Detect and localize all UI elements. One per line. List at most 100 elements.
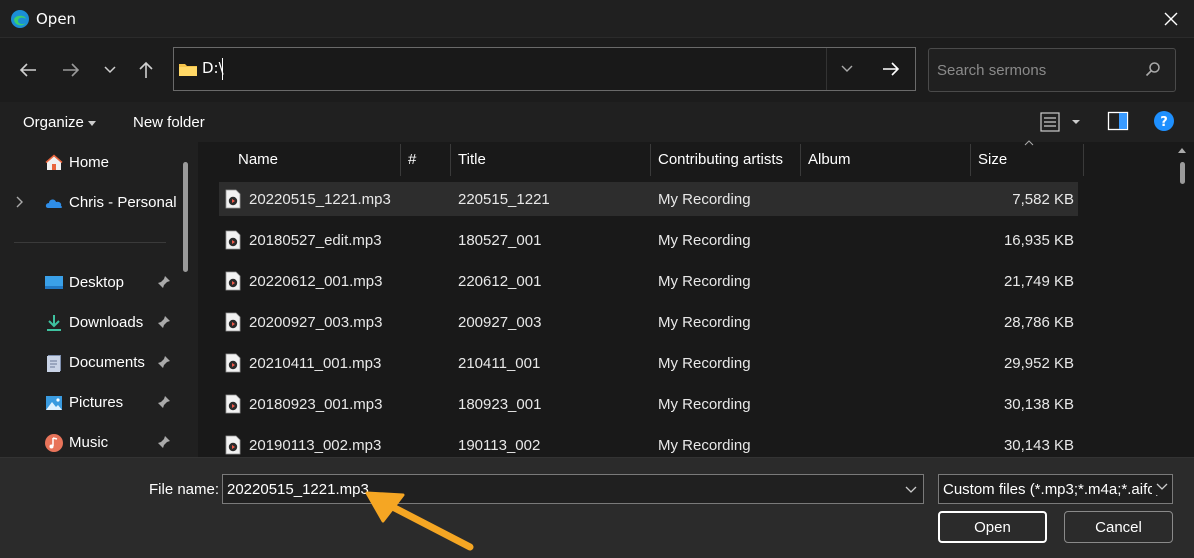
pin-icon[interactable] bbox=[157, 275, 171, 289]
file-type-filter-value: Custom files (*.mp3;*.m4a;*.aifc; bbox=[943, 481, 1159, 498]
column-header-label: Album bbox=[808, 151, 851, 168]
audio-file-icon bbox=[225, 312, 241, 332]
close-button[interactable] bbox=[1148, 0, 1194, 38]
sidebar-item-music[interactable]: Music bbox=[0, 427, 180, 459]
chevron-down-icon bbox=[104, 66, 116, 74]
file-name-value: 20220515_1221.mp3 bbox=[227, 481, 369, 498]
command-bar: Organize New folder ? bbox=[0, 102, 1194, 142]
search-box[interactable] bbox=[928, 48, 1176, 92]
dialog-footer: File name: 20220515_1221.mp3 Custom file… bbox=[0, 457, 1194, 558]
sidebar-item-label: Desktop bbox=[69, 274, 125, 291]
recent-locations-button[interactable] bbox=[94, 54, 126, 86]
column-header-label: Contributing artists bbox=[658, 151, 784, 168]
arrow-right-icon bbox=[63, 63, 80, 77]
new-folder-button[interactable]: New folder bbox=[133, 114, 205, 131]
file-size-cell: 29,952 KB bbox=[1003, 355, 1074, 372]
pin-icon[interactable] bbox=[157, 395, 171, 409]
forward-button[interactable] bbox=[55, 54, 87, 86]
preview-pane-button[interactable] bbox=[1107, 110, 1129, 136]
file-title-cell: 180527_001 bbox=[458, 232, 542, 249]
file-name-input[interactable]: 20220515_1221.mp3 bbox=[222, 474, 924, 504]
pin-icon[interactable] bbox=[157, 355, 171, 369]
column-header-label: Name bbox=[238, 151, 279, 168]
help-icon: ? bbox=[1154, 111, 1174, 131]
file-name-cell: 20190113_002.mp3 bbox=[249, 437, 382, 454]
svg-text:?: ? bbox=[1160, 115, 1168, 130]
file-artist-cell: My Recording bbox=[658, 273, 751, 290]
navigation-bar: D:\ bbox=[0, 38, 1194, 102]
back-button[interactable] bbox=[12, 54, 44, 86]
sidebar-item-downloads[interactable]: Downloads bbox=[0, 307, 180, 339]
up-button[interactable] bbox=[130, 54, 162, 86]
file-artist-cell: My Recording bbox=[658, 232, 751, 249]
go-button[interactable] bbox=[867, 48, 915, 90]
chevron-down-icon[interactable] bbox=[905, 486, 917, 494]
audio-file-icon bbox=[225, 230, 241, 250]
organize-label: Organize bbox=[23, 114, 84, 131]
column-header-title[interactable]: Title bbox=[451, 142, 650, 176]
onedrive-cloud-icon bbox=[45, 199, 63, 208]
sidebar-scrollbar[interactable] bbox=[183, 162, 188, 272]
arrow-up-icon bbox=[139, 61, 153, 78]
column-header-artists[interactable]: Contributing artists bbox=[651, 142, 800, 176]
open-button[interactable]: Open bbox=[938, 511, 1047, 543]
file-size-cell: 30,138 KB bbox=[1003, 396, 1074, 413]
file-artist-cell: My Recording bbox=[658, 191, 751, 208]
column-separator[interactable] bbox=[1083, 144, 1084, 176]
view-options-button[interactable] bbox=[1040, 110, 1086, 138]
table-row[interactable]: 20210411_001.mp3 210411_001 My Recording 29… bbox=[219, 346, 1078, 380]
close-icon bbox=[1164, 12, 1178, 26]
edge-app-icon bbox=[11, 10, 29, 28]
file-size-cell: 28,786 KB bbox=[1003, 314, 1074, 331]
address-bar[interactable]: D:\ bbox=[173, 47, 916, 91]
address-dropdown-button[interactable] bbox=[827, 48, 867, 90]
home-icon bbox=[45, 154, 63, 170]
search-input[interactable] bbox=[937, 59, 1137, 81]
file-list-scrollbar[interactable] bbox=[1180, 162, 1185, 184]
filter-dropdown-arrow bbox=[1152, 479, 1168, 495]
file-name-cell: 20220612_001.mp3 bbox=[249, 273, 383, 290]
file-size-cell: 21,749 KB bbox=[1003, 273, 1074, 290]
file-name-cell: 20200927_003.mp3 bbox=[249, 314, 383, 331]
file-title-cell: 210411_001 bbox=[458, 355, 541, 372]
arrow-left-icon bbox=[19, 63, 36, 77]
address-path: D:\ bbox=[202, 59, 224, 77]
scroll-up-arrow-icon[interactable] bbox=[1176, 146, 1188, 154]
column-header-name[interactable]: Name bbox=[231, 142, 399, 176]
table-row[interactable]: 20220612_001.mp3 220612_001 My Recording 21… bbox=[219, 264, 1078, 298]
file-size-cell: 30,143 KB bbox=[1003, 437, 1074, 454]
table-row[interactable]: 20220515_1221.mp3 220515_1221 My Recording… bbox=[219, 182, 1078, 216]
file-title-cell: 220515_1221 bbox=[458, 191, 550, 208]
sidebar-item-desktop[interactable]: Desktop bbox=[0, 267, 180, 299]
column-header-label: Title bbox=[458, 151, 486, 168]
file-title-cell: 200927_003 bbox=[458, 314, 542, 331]
table-row[interactable]: 20180527_edit.mp3 180527_001 My Recording 1… bbox=[219, 223, 1078, 257]
file-title-cell: 190113_002 bbox=[458, 437, 541, 454]
documents-icon bbox=[47, 355, 61, 372]
column-header-size[interactable]: Size bbox=[971, 142, 1083, 176]
pin-icon[interactable] bbox=[157, 315, 171, 329]
audio-file-icon bbox=[225, 271, 241, 291]
column-header-number[interactable]: # bbox=[401, 142, 449, 176]
folder-icon bbox=[179, 64, 197, 76]
sidebar-item-documents[interactable]: Documents bbox=[0, 347, 180, 379]
pictures-icon bbox=[46, 396, 62, 410]
preview-pane-icon bbox=[1107, 111, 1129, 131]
table-row[interactable]: 20180923_001.mp3 180923_001 My Recording 30… bbox=[219, 387, 1078, 421]
pin-icon[interactable] bbox=[157, 435, 171, 449]
sidebar-item-label: Pictures bbox=[69, 394, 124, 411]
column-header-label: # bbox=[408, 151, 417, 168]
sidebar-item-onedrive[interactable]: Chris - Personal bbox=[0, 187, 180, 219]
sidebar-item-pictures[interactable]: Pictures bbox=[0, 387, 180, 419]
cancel-button[interactable]: Cancel bbox=[1064, 511, 1173, 543]
sidebar-item-home[interactable]: Home bbox=[0, 147, 180, 179]
table-row[interactable]: 20200927_003.mp3 200927_003 My Recording 28… bbox=[219, 305, 1078, 339]
file-artist-cell: My Recording bbox=[658, 437, 751, 454]
file-type-filter-select[interactable]: Custom files (*.mp3;*.m4a;*.aifc; bbox=[938, 474, 1173, 504]
audio-file-icon bbox=[225, 435, 241, 455]
help-button[interactable]: ? bbox=[1153, 110, 1175, 136]
column-header-album[interactable]: Album bbox=[801, 142, 970, 176]
sidebar-item-label: Home bbox=[69, 154, 110, 171]
file-name-cell: 20180923_001.mp3 bbox=[249, 396, 383, 413]
organize-menu[interactable]: Organize bbox=[23, 114, 97, 131]
